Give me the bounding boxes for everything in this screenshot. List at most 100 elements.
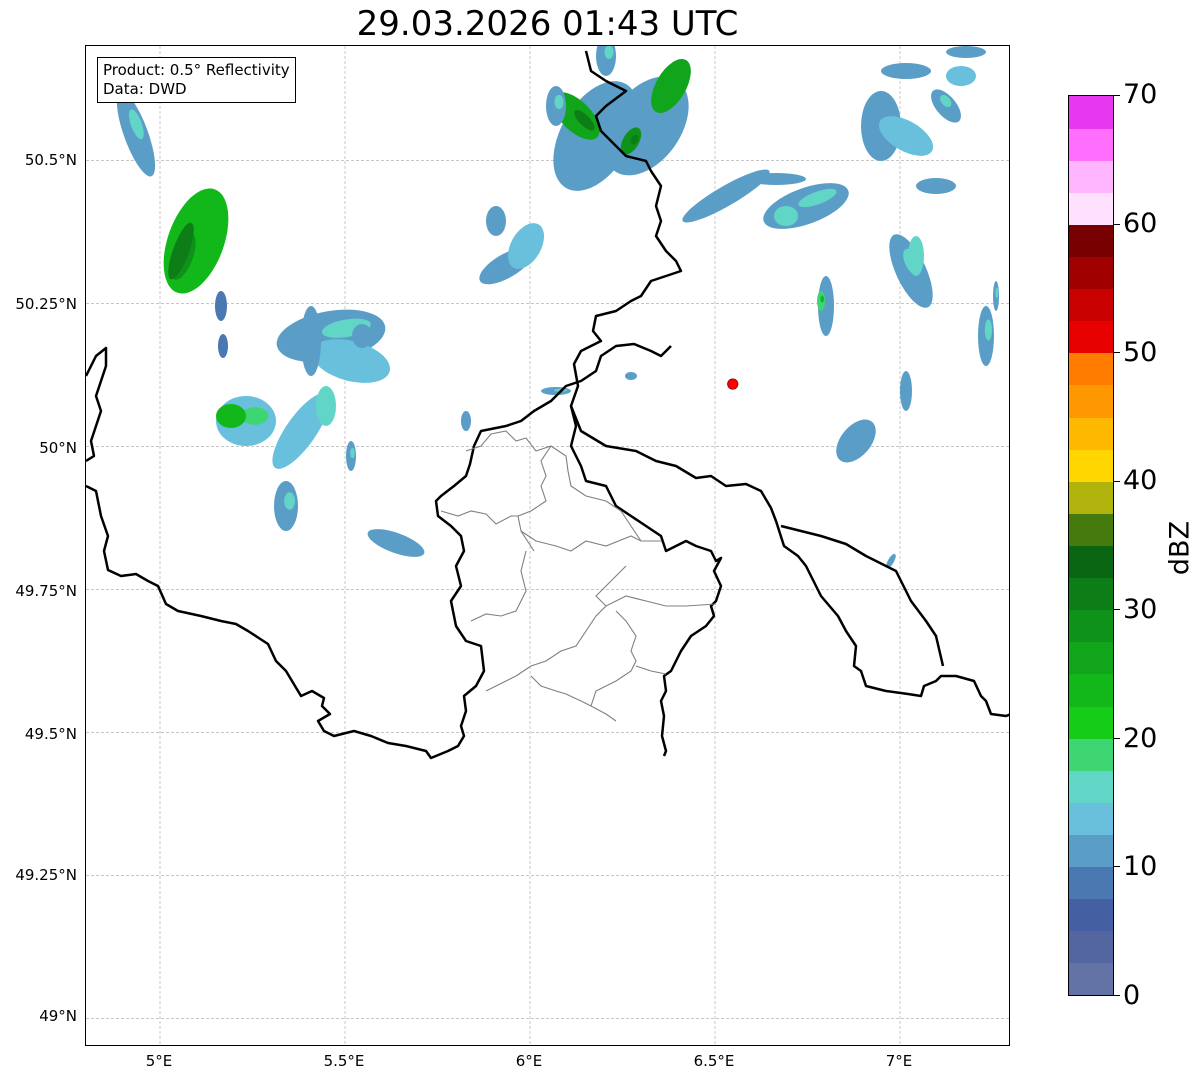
district-border [515, 605, 607, 677]
colorbar-tick-label: 0 [1123, 980, 1141, 1011]
product-label: Product: 0.5° Reflectivity [103, 61, 290, 79]
map-area[interactable] [85, 45, 1010, 1046]
colorbar-tick-label: 20 [1123, 723, 1158, 754]
lat-label: 49.25°N [15, 866, 77, 884]
colorbar [1068, 95, 1114, 996]
radar-echo [881, 63, 931, 79]
district-border [485, 675, 517, 692]
radar-echo [350, 447, 355, 459]
radar-echo [946, 46, 986, 58]
radar-echo [316, 386, 336, 426]
radar-echo [746, 173, 806, 185]
country-border [780, 524, 945, 667]
lat-label: 49°N [39, 1007, 77, 1025]
radar-echo [946, 66, 976, 86]
district-border [635, 665, 667, 675]
radar-echo [995, 287, 999, 299]
colorbar-segment [1069, 802, 1113, 835]
radar-echo [621, 158, 631, 174]
colorbar-tick [1114, 737, 1120, 739]
district-border [517, 445, 552, 552]
radar-echo [916, 178, 956, 194]
colorbar-segment [1069, 962, 1113, 995]
colorbar-segment [1069, 320, 1113, 354]
radar-echo [352, 324, 372, 348]
radar-echo [625, 372, 637, 380]
lat-label: 50.5°N [24, 151, 77, 169]
district-border [565, 455, 642, 542]
radar-echo [908, 236, 924, 276]
lon-label: 5°E [145, 1052, 173, 1070]
colorbar-segment [1069, 866, 1113, 900]
district-border [440, 510, 518, 525]
radar-echo [218, 334, 228, 358]
radar-echo [301, 306, 321, 376]
radar-site-layer [727, 378, 739, 390]
radar-echo [774, 206, 798, 226]
colorbar-segment [1069, 192, 1113, 225]
info-box: Product: 0.5° Reflectivity Data: DWD [97, 57, 296, 103]
radar-echo [163, 188, 229, 294]
colorbar-segment [1069, 673, 1113, 707]
lon-label: 7°E [885, 1052, 913, 1070]
district-border [470, 550, 527, 622]
radar-echo [554, 95, 564, 109]
colorbar-tick-label: 10 [1123, 851, 1158, 882]
colorbar-unit-label: dBZ [1164, 520, 1196, 576]
radar-echo [682, 169, 770, 223]
radar-echo [284, 492, 295, 510]
colorbar-tick-label: 40 [1123, 465, 1158, 496]
radar-echo [900, 371, 912, 411]
colorbar-segment [1069, 930, 1113, 964]
colorbar-segment [1069, 513, 1113, 546]
colorbar-segment [1069, 449, 1113, 482]
colorbar-segment [1069, 641, 1113, 675]
colorbar-tick [1114, 352, 1120, 354]
lon-label: 6°E [515, 1052, 543, 1070]
colorbar-segment [1069, 128, 1113, 161]
colorbar-segment [1069, 288, 1113, 322]
colorbar-segment [1069, 352, 1113, 386]
colorbar-segment [1069, 256, 1113, 290]
lat-label: 50°N [39, 439, 77, 457]
colorbar-tick [1114, 223, 1120, 225]
country-border [86, 346, 108, 463]
district-border [595, 565, 717, 607]
radar-site-marker [727, 378, 739, 390]
radar-echo [820, 295, 824, 303]
radar-echo [461, 411, 471, 431]
colorbar-tick [1114, 866, 1120, 868]
lat-label: 49.75°N [15, 582, 77, 600]
colorbar-tick [1114, 95, 1120, 96]
colorbar-segment [1069, 224, 1113, 258]
colorbar-tick-label: 60 [1123, 208, 1158, 239]
colorbar-segment [1069, 417, 1113, 450]
colorbar-segment [1069, 160, 1113, 193]
colorbar-segment [1069, 609, 1113, 643]
radar-echo [836, 419, 876, 463]
colorbar-segment [1069, 384, 1113, 418]
colorbar-segment [1069, 738, 1113, 771]
radar-echo [215, 291, 227, 321]
district-border [520, 530, 661, 552]
country-border [86, 342, 672, 760]
district-border [590, 610, 637, 722]
radar-echo [367, 529, 425, 557]
radar-echo [984, 319, 993, 341]
colorbar-segment [1069, 770, 1113, 803]
chart-title: 29.03.2026 01:43 UTC [356, 4, 739, 44]
district-borders [440, 430, 717, 722]
colorbar-segment [1069, 834, 1113, 868]
lon-label: 5.5°E [323, 1052, 365, 1070]
lat-label: 49.5°N [24, 725, 77, 743]
district-border [530, 675, 592, 707]
radar-echoes [116, 46, 999, 569]
colorbar-segment [1069, 706, 1113, 739]
map-canvas[interactable] [86, 46, 1010, 1046]
country-border [569, 405, 1009, 718]
radar-echo [486, 206, 506, 236]
colorbar-tick [1114, 995, 1120, 996]
colorbar-tick-label: 50 [1123, 337, 1158, 368]
radar-echo [216, 404, 246, 428]
colorbar-segment [1069, 481, 1113, 514]
